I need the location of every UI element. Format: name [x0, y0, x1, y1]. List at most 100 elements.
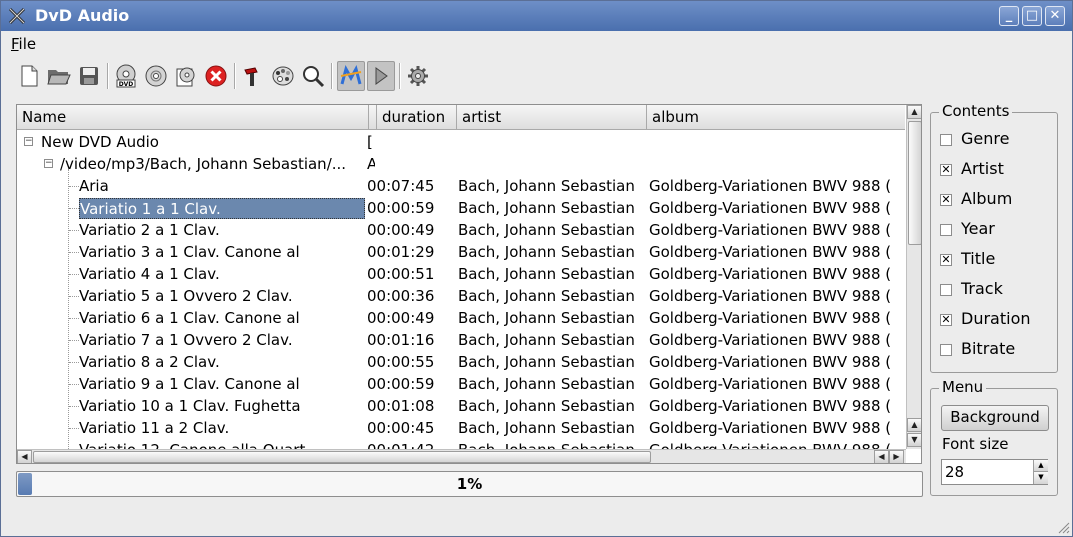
column-header-album[interactable]: album	[647, 105, 905, 130]
track-duration: 00:00:59	[367, 199, 435, 217]
cd-add-icon[interactable]	[172, 61, 200, 91]
collapse-icon[interactable]: −	[24, 137, 33, 146]
option-label: Bitrate	[961, 339, 1016, 358]
track-duration: 00:01:16	[367, 331, 435, 349]
track-name: Variatio 12. Canone alla Quart	[79, 440, 365, 449]
checkbox[interactable]	[940, 224, 952, 236]
palette-icon[interactable]	[269, 61, 297, 91]
checkbox[interactable]	[940, 344, 952, 356]
table-row[interactable]: Variatio 9 a 1 Clav. Canone al 00:00:59 Ba…	[17, 373, 905, 395]
scroll-up-icon[interactable]: ▲	[907, 105, 921, 119]
track-album: Goldberg-Variationen BWV 988 (	[649, 287, 892, 305]
scroll-left-icon[interactable]: ◀	[17, 450, 32, 463]
track-tree[interactable]: Name duration artist album − New DVD Aud…	[16, 104, 922, 464]
progress-label: 1%	[456, 475, 483, 493]
x-logo-icon	[8, 7, 26, 25]
table-row[interactable]: Variatio 2 a 1 Clav. 00:00:49 Bach, Johann…	[17, 219, 905, 241]
maximize-button[interactable]: □	[1022, 6, 1042, 26]
cd-icon[interactable]	[142, 61, 170, 91]
column-header-artist[interactable]: artist	[457, 105, 647, 130]
scroll-left-icon[interactable]: ◀	[874, 450, 889, 463]
checkbox[interactable]: ✕	[940, 164, 952, 176]
spin-down-icon[interactable]: ▼	[1033, 472, 1048, 484]
collapse-icon[interactable]: −	[44, 159, 53, 168]
track-duration: 00:00:51	[367, 265, 435, 283]
horizontal-scrollbar[interactable]: ◀ ◀ ▶	[17, 449, 906, 463]
track-duration: 00:00:45	[367, 419, 435, 437]
table-row[interactable]: Variatio 6 a 1 Clav. Canone al 00:00:49 Ba…	[17, 307, 905, 329]
title-bar[interactable]: DvD Audio _ □ ✕	[1, 1, 1072, 31]
save-icon[interactable]	[75, 61, 103, 91]
scroll-right-icon[interactable]: ▶	[889, 450, 904, 463]
track-album: Goldberg-Variationen BWV 988 (	[649, 221, 892, 239]
column-header-duration[interactable]: duration	[377, 105, 457, 130]
track-name: Variatio 7 a 1 Ovvero 2 Clav.	[79, 331, 293, 349]
font-size-input[interactable]	[942, 460, 1032, 484]
scroll-down-icon[interactable]: ▼	[907, 433, 921, 447]
checkbox[interactable]: ✕	[940, 314, 952, 326]
track-album: Goldberg-Variationen BWV 988 (	[649, 177, 892, 195]
checkbox[interactable]: ✕	[940, 254, 952, 266]
stop-icon[interactable]	[202, 61, 230, 91]
dvd-icon[interactable]: DVD	[112, 61, 140, 91]
folder-duration: A	[367, 154, 375, 175]
table-row[interactable]: Variatio 1 a 1 Clav. 00:00:59 Bach, Johann…	[17, 197, 905, 219]
option-label: Duration	[961, 309, 1031, 328]
horizontal-scroll-thumb[interactable]	[33, 451, 651, 463]
table-row[interactable]: Aria 00:07:45 Bach, Johann Sebastian Goldbe…	[17, 175, 905, 197]
scroll-up-icon[interactable]: ▲	[907, 418, 921, 432]
track-album: Goldberg-Variationen BWV 988 (	[649, 199, 892, 217]
checkbox[interactable]	[940, 284, 952, 296]
track-artist: Bach, Johann Sebastian	[458, 221, 635, 239]
gear-icon[interactable]	[404, 61, 432, 91]
new-file-icon[interactable]	[15, 61, 43, 91]
checkbox[interactable]	[940, 134, 952, 146]
vertical-scrollbar[interactable]: ▲ ▲ ▼	[906, 105, 921, 449]
track-artist: Bach, Johann Sebastian	[458, 199, 635, 217]
track-duration: 00:00:36	[367, 287, 435, 305]
background-button[interactable]: Background	[941, 405, 1049, 431]
tree-branch-line	[69, 340, 79, 341]
tree-root-row[interactable]: − New DVD Audio [	[17, 131, 905, 153]
tree-folder-row[interactable]: − /video/mp3/Bach, Johann Sebastian/... …	[17, 153, 905, 175]
option-label: Track	[961, 279, 1003, 298]
track-artist: Bach, Johann Sebastian	[458, 331, 635, 349]
tree-branch-line	[69, 208, 79, 209]
track-artist: Bach, Johann Sebastian	[458, 265, 635, 283]
minimize-button[interactable]: _	[999, 6, 1019, 26]
table-row[interactable]: Variatio 5 a 1 Ovvero 2 Clav. 00:00:36 Bac…	[17, 285, 905, 307]
menu-file[interactable]: File	[11, 35, 36, 53]
table-row[interactable]: Variatio 8 a 2 Clav. 00:00:55 Bach, Johann…	[17, 351, 905, 373]
table-row[interactable]: Variatio 10 a 1 Clav. Fughetta 00:01:08 Ba…	[17, 395, 905, 417]
close-button[interactable]: ✕	[1045, 6, 1065, 26]
track-name: Variatio 3 a 1 Clav. Canone al	[79, 243, 300, 261]
track-duration: 00:01:08	[367, 397, 435, 415]
track-artist: Bach, Johann Sebastian	[458, 243, 635, 261]
tools-icon[interactable]	[239, 61, 267, 91]
open-folder-icon[interactable]	[45, 61, 73, 91]
vertical-scroll-thumb[interactable]	[908, 121, 921, 245]
table-row[interactable]: Variatio 11 a 2 Clav. 00:00:45 Bach, Johan…	[17, 417, 905, 439]
column-header-name[interactable]: Name	[17, 105, 369, 130]
option-label: Year	[961, 219, 995, 238]
resize-grip-icon[interactable]	[1058, 522, 1070, 534]
track-album: Goldberg-Variationen BWV 988 (	[649, 265, 892, 283]
table-row[interactable]: Variatio 12. Canone alla Quart00:01:42Ba…	[17, 439, 905, 449]
spin-up-icon[interactable]: ▲	[1033, 460, 1048, 472]
font-size-spinbox[interactable]: ▲ ▼	[941, 459, 1048, 485]
tree-branch-line	[69, 428, 79, 429]
track-album: Goldberg-Variationen BWV 988 (	[649, 397, 892, 415]
table-row[interactable]: Variatio 4 a 1 Clav. 00:00:51 Bach, Johann…	[17, 263, 905, 285]
toolbar-separator	[399, 63, 401, 89]
checkbox[interactable]: ✕	[940, 194, 952, 206]
contents-group: Contents Genre ✕ Artist ✕ Album Year ✕ Title Tra…	[930, 102, 1058, 373]
table-row[interactable]: Variatio 7 a 1 Ovvero 2 Clav. 00:01:16 Bac…	[17, 329, 905, 351]
logo-icon[interactable]	[337, 61, 365, 91]
play-icon[interactable]	[367, 61, 395, 91]
root-duration: [	[367, 133, 373, 151]
zoom-icon[interactable]	[299, 61, 327, 91]
contents-title: Contents	[939, 102, 1013, 120]
option-label: Artist	[961, 159, 1004, 178]
table-row[interactable]: Variatio 3 a 1 Clav. Canone al 00:01:29 Ba…	[17, 241, 905, 263]
progress-bar: 1%	[16, 471, 923, 497]
